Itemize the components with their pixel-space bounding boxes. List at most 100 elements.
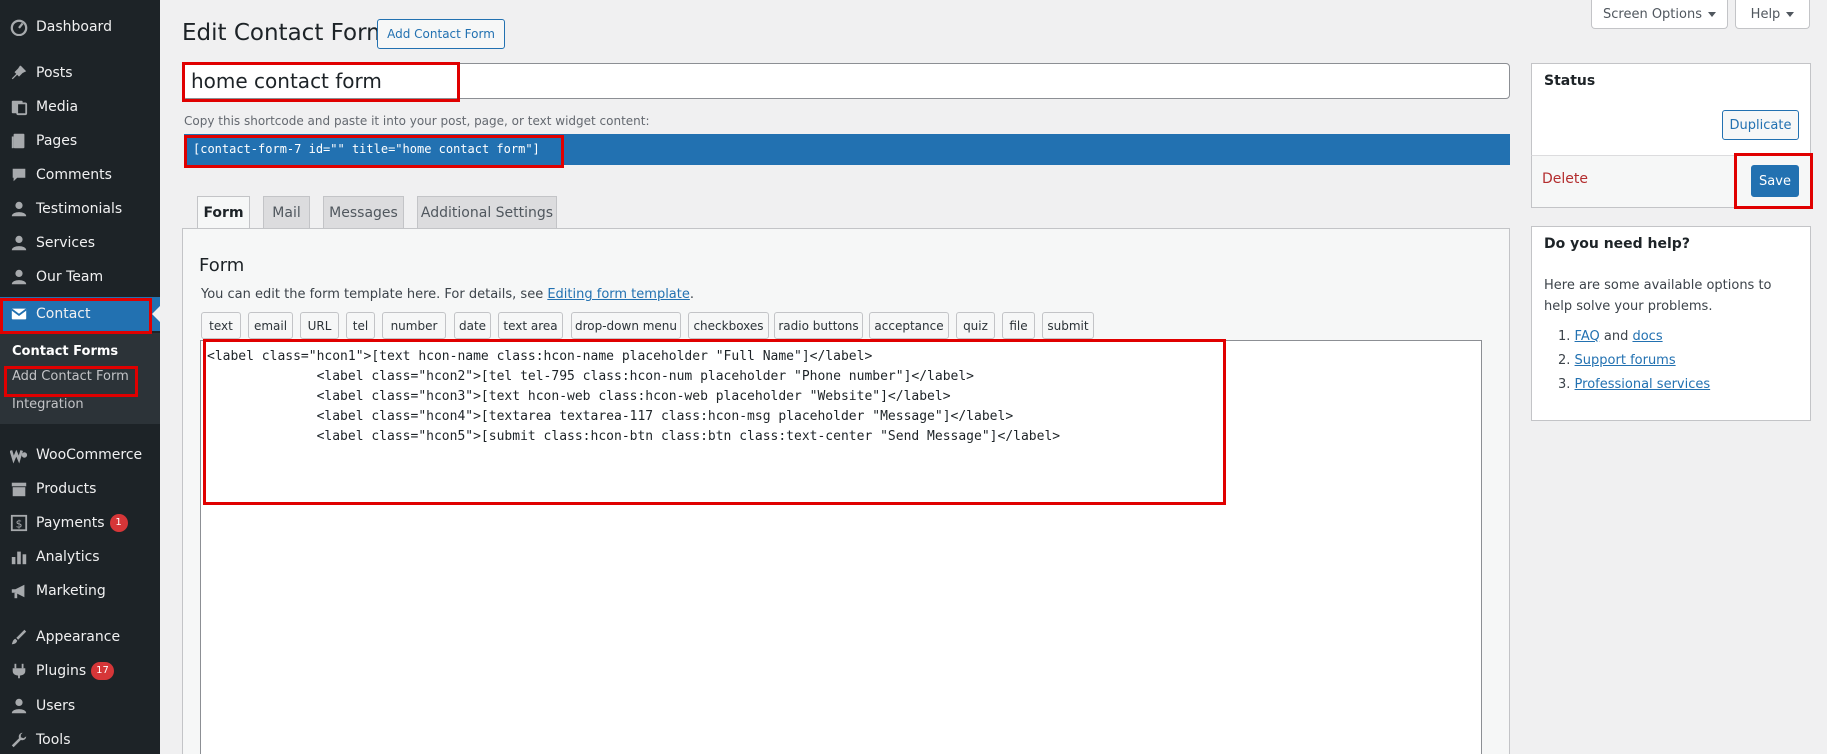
help-item-number: 2. — [1558, 353, 1575, 368]
tag-button-drop-down-menu[interactable]: drop-down menu — [571, 312, 681, 339]
faq-link[interactable]: FAQ — [1575, 329, 1600, 344]
description-text: You can edit the form template here. For… — [201, 287, 548, 302]
tag-button-submit[interactable]: submit — [1042, 312, 1094, 339]
shortcode-label: Copy this shortcode and paste it into yo… — [184, 114, 650, 128]
add-contact-form-button[interactable]: Add Contact Form — [377, 19, 505, 49]
wrench-icon — [9, 730, 29, 750]
docs-link[interactable]: docs — [1632, 329, 1662, 344]
tag-button-checkboxes[interactable]: checkboxes — [688, 312, 769, 339]
tag-button-acceptance[interactable]: acceptance — [869, 312, 949, 339]
sidebar-item-our-team[interactable]: Our Team — [0, 260, 160, 294]
delete-link[interactable]: Delete — [1542, 171, 1588, 187]
tag-button-URL[interactable]: URL — [300, 312, 339, 339]
sidebar-item-media[interactable]: Media — [0, 90, 160, 124]
submenu-contact-forms[interactable]: Contact Forms — [12, 344, 118, 359]
sidebar-item-label: Tools — [36, 732, 71, 748]
pages-icon — [9, 131, 29, 151]
tag-button-file[interactable]: file — [1002, 312, 1035, 339]
code-line: <label class="hcon3">[text hcon-web clas… — [207, 389, 951, 404]
sidebar-item-label: Services — [36, 235, 96, 251]
code-line: <label class="hcon2">[tel tel-795 class:… — [207, 369, 975, 384]
sidebar-item-marketing[interactable]: Marketing — [0, 574, 160, 608]
code-line: <label class="hcon5">[submit class:hcon-… — [207, 429, 1061, 444]
code-line: <label class="hcon4">[textarea textarea-… — [207, 409, 1014, 424]
sidebar-item-plugins[interactable]: Plugins 17 — [0, 654, 160, 688]
tag-button-text[interactable]: text — [201, 312, 241, 339]
person-icon — [9, 267, 29, 287]
sidebar-item-label: Marketing — [36, 583, 106, 599]
tag-button-tel[interactable]: tel — [346, 312, 375, 339]
sidebar-item-label: WooCommerce — [36, 447, 143, 463]
save-button[interactable]: Save — [1751, 165, 1799, 197]
page-title: Edit Contact Form — [182, 20, 389, 46]
sidebar-item-pages[interactable]: Pages — [0, 124, 160, 158]
help-item-3: 3. Professional services — [1558, 377, 1710, 392]
person-icon — [9, 233, 29, 253]
sidebar-item-label: Users — [36, 698, 76, 714]
professional-services-link[interactable]: Professional services — [1575, 377, 1711, 392]
tag-button-date[interactable]: date — [454, 312, 491, 339]
sidebar-item-users[interactable]: Users — [0, 689, 160, 723]
help-box-text: Here are some available options to help … — [1544, 278, 1772, 314]
duplicate-button[interactable]: Duplicate — [1722, 110, 1799, 140]
sidebar-item-posts[interactable]: Posts — [0, 56, 160, 90]
help-button[interactable]: Help — [1735, 0, 1810, 29]
form-title-input[interactable] — [182, 63, 1510, 99]
sidebar-item-label: Payments — [36, 515, 105, 531]
editing-form-template-link[interactable]: Editing form template — [547, 287, 690, 302]
shortcode-field[interactable]: [contact-form-7 id="" title="home contac… — [184, 134, 1510, 165]
contact-submenu: Contact Forms Add Contact Form Integrati… — [0, 333, 160, 424]
form-panel-description: You can edit the form template here. For… — [201, 287, 694, 302]
sidebar-item-analytics[interactable]: Analytics — [0, 540, 160, 574]
tab-additional-settings[interactable]: Additional Settings — [417, 196, 557, 229]
brush-icon — [9, 627, 29, 647]
notification-badge: 17 — [91, 662, 114, 680]
description-suffix: . — [689, 287, 695, 302]
tab-messages[interactable]: Messages — [323, 196, 404, 229]
screen-options-label: Screen Options — [1603, 6, 1702, 22]
sidebar-item-label: Appearance — [36, 629, 121, 645]
person-icon — [9, 199, 29, 219]
submenu-integration[interactable]: Integration — [12, 397, 84, 412]
sidebar-item-tools[interactable]: Tools — [0, 723, 160, 754]
sidebar-item-payments[interactable]: $ Payments 1 — [0, 506, 160, 540]
code-line: <label class="hcon1">[text hcon-name cla… — [207, 349, 873, 364]
sidebar-item-label: Dashboard — [36, 19, 112, 35]
tag-button-radio-buttons[interactable]: radio buttons — [774, 312, 863, 339]
sidebar-item-label: Plugins — [36, 663, 87, 679]
help-item-1: 1. FAQ and docs — [1558, 329, 1663, 344]
tag-button-text-area[interactable]: text area — [498, 312, 563, 339]
tag-button-number[interactable]: number — [382, 312, 446, 339]
woo-icon — [9, 445, 29, 465]
submenu-add-contact-form[interactable]: Add Contact Form — [12, 369, 129, 384]
sidebar-item-label: Media — [36, 99, 79, 115]
support-forums-link[interactable]: Support forums — [1575, 353, 1676, 368]
sidebar-item-services[interactable]: Services — [0, 226, 160, 260]
tab-mail[interactable]: Mail — [263, 196, 310, 229]
tab-form[interactable]: Form — [197, 196, 250, 230]
caret-down-icon — [1708, 11, 1716, 17]
form-panel-heading: Form — [199, 255, 245, 276]
person-icon — [9, 696, 29, 716]
form-template-editor[interactable]: <label class="hcon1">[text hcon-name cla… — [200, 340, 1482, 754]
sidebar-item-dashboard[interactable]: Dashboard — [0, 10, 160, 44]
status-box-title: Status — [1544, 73, 1596, 89]
svg-text:$: $ — [16, 518, 23, 531]
sidebar-item-label: Posts — [36, 65, 73, 81]
sidebar-item-contact[interactable]: Contact — [0, 297, 160, 331]
help-label: Help — [1750, 6, 1781, 22]
sidebar-item-appearance[interactable]: Appearance — [0, 620, 160, 654]
sidebar-item-label: Testimonials — [36, 201, 123, 217]
tag-button-quiz[interactable]: quiz — [956, 312, 995, 339]
screen-options-button[interactable]: Screen Options — [1591, 0, 1728, 29]
archive-icon — [9, 479, 29, 499]
tag-button-email[interactable]: email — [248, 312, 293, 339]
sidebar-item-woocommerce[interactable]: WooCommerce — [0, 438, 160, 472]
sidebar-item-comments[interactable]: Comments — [0, 158, 160, 192]
help-box-title: Do you need help? — [1544, 236, 1690, 252]
sidebar-item-products[interactable]: Products — [0, 472, 160, 506]
sidebar-item-testimonials[interactable]: Testimonials — [0, 192, 160, 226]
sidebar-item-label: Pages — [36, 133, 78, 149]
dashboard-icon — [9, 17, 29, 37]
mail-icon — [9, 304, 29, 324]
